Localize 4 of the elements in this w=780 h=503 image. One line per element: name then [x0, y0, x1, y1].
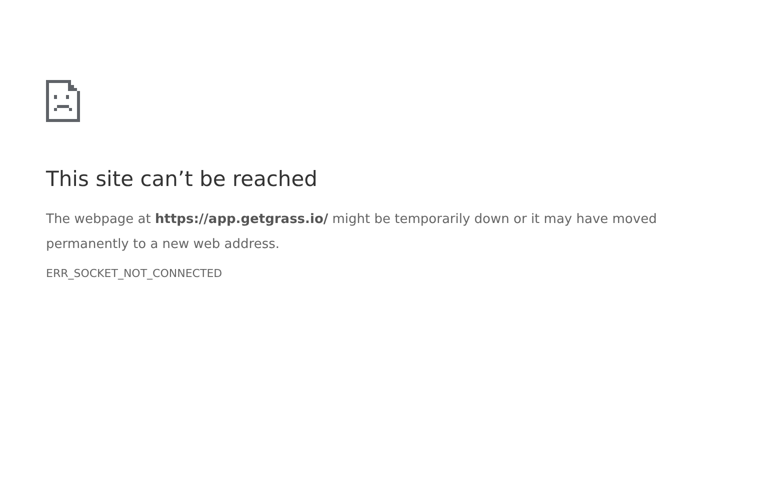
- error-message: The webpage at https://app.getgrass.io/ might be temporarily down or it may have moved permanently to a new web address.: [46, 211, 658, 254]
- error-heading: This site can’t be reached: [46, 166, 318, 193]
- error-code: ERR_SOCKET_NOT_CONNECTED: [46, 267, 222, 280]
- sad-page-icon: [46, 80, 80, 122]
